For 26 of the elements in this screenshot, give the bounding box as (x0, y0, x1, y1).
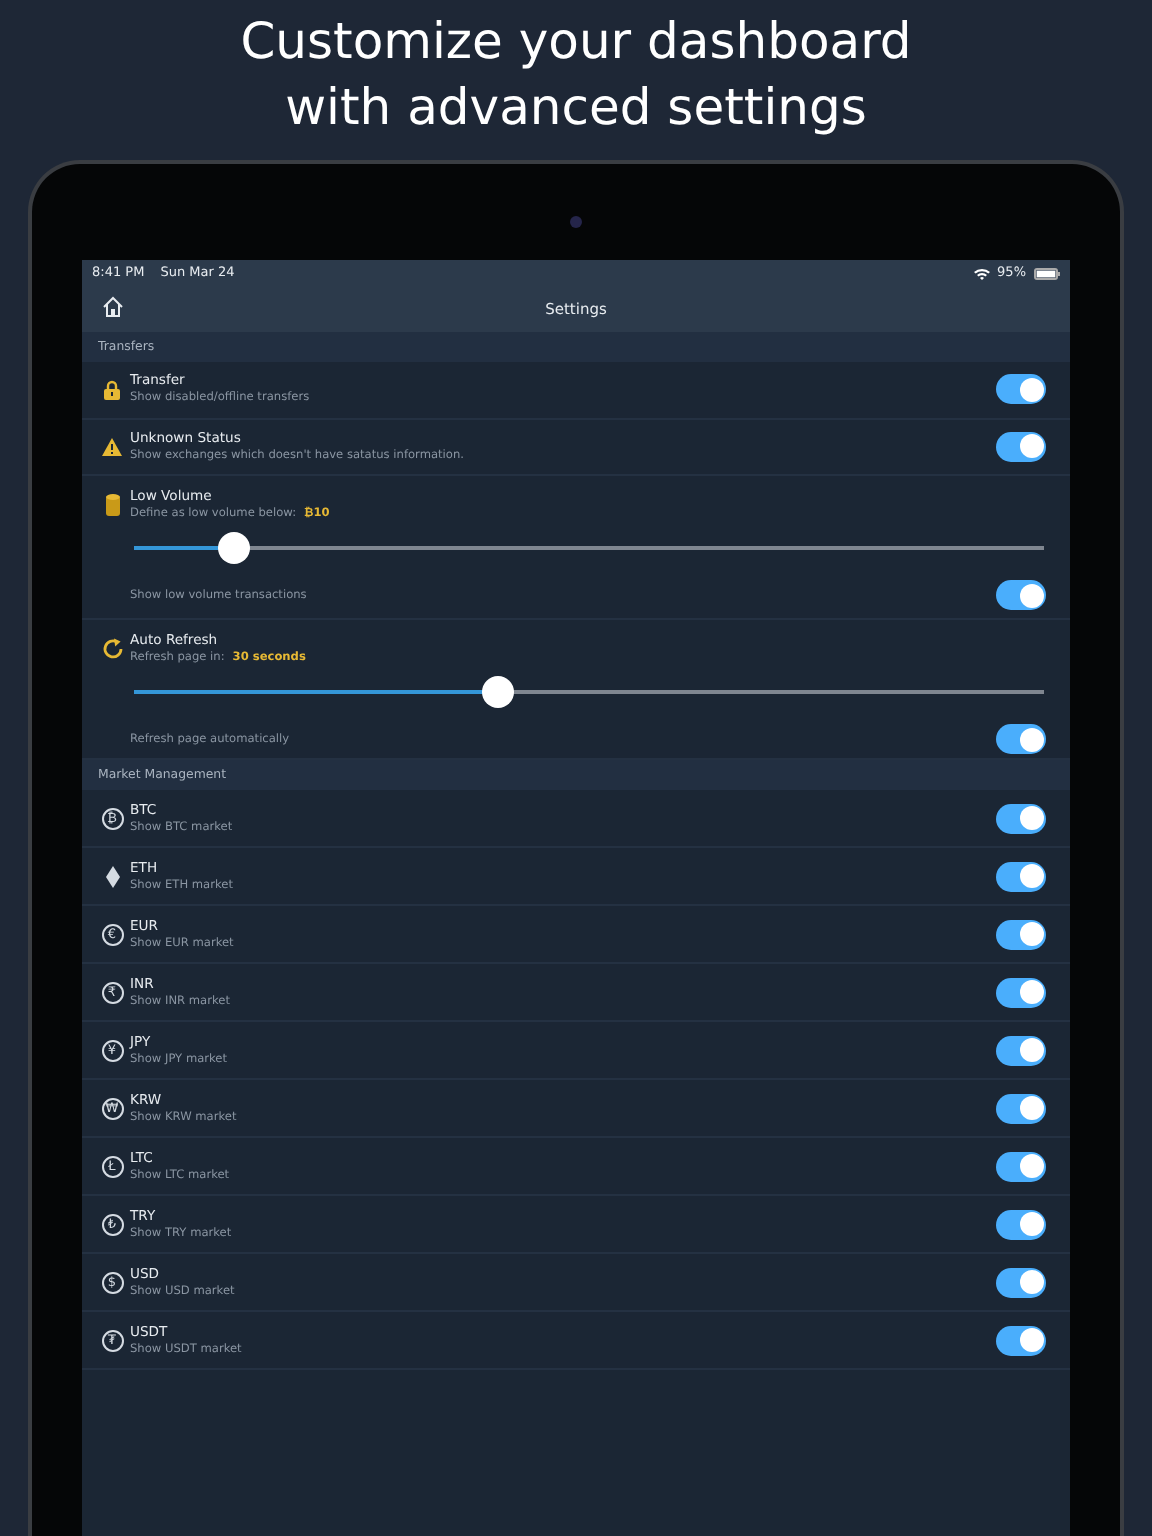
toggle-switch[interactable] (996, 919, 1046, 949)
toggle-switch[interactable] (996, 803, 1046, 833)
toggle-switch[interactable] (996, 374, 1046, 405)
slider-thumb[interactable] (482, 676, 514, 708)
toggle-switch[interactable] (996, 1093, 1046, 1123)
toggle-switch[interactable] (996, 861, 1046, 891)
lock-icon (104, 379, 120, 400)
warning-icon (102, 437, 122, 456)
toggle-switch[interactable] (996, 1035, 1046, 1065)
wifi-icon (973, 267, 990, 279)
toggle-switch[interactable] (996, 977, 1046, 1007)
home-icon[interactable] (102, 296, 124, 318)
toggle-switch[interactable] (996, 580, 1046, 610)
toggle-switch[interactable] (996, 1209, 1046, 1239)
diamond-icon (105, 865, 119, 887)
toggle-switch[interactable] (996, 431, 1046, 462)
camera-icon (570, 216, 582, 228)
coin-stack-icon (105, 493, 119, 515)
toggle-switch[interactable] (996, 724, 1046, 754)
toggle-switch[interactable] (996, 1151, 1046, 1181)
toggle-switch[interactable] (996, 1267, 1046, 1297)
toggle-switch[interactable] (996, 1325, 1046, 1355)
battery-icon (1034, 267, 1060, 279)
refresh-icon (101, 637, 123, 659)
slider-thumb[interactable] (218, 532, 251, 564)
headline: Customize your dashboard with advanced settings (238, 10, 914, 140)
